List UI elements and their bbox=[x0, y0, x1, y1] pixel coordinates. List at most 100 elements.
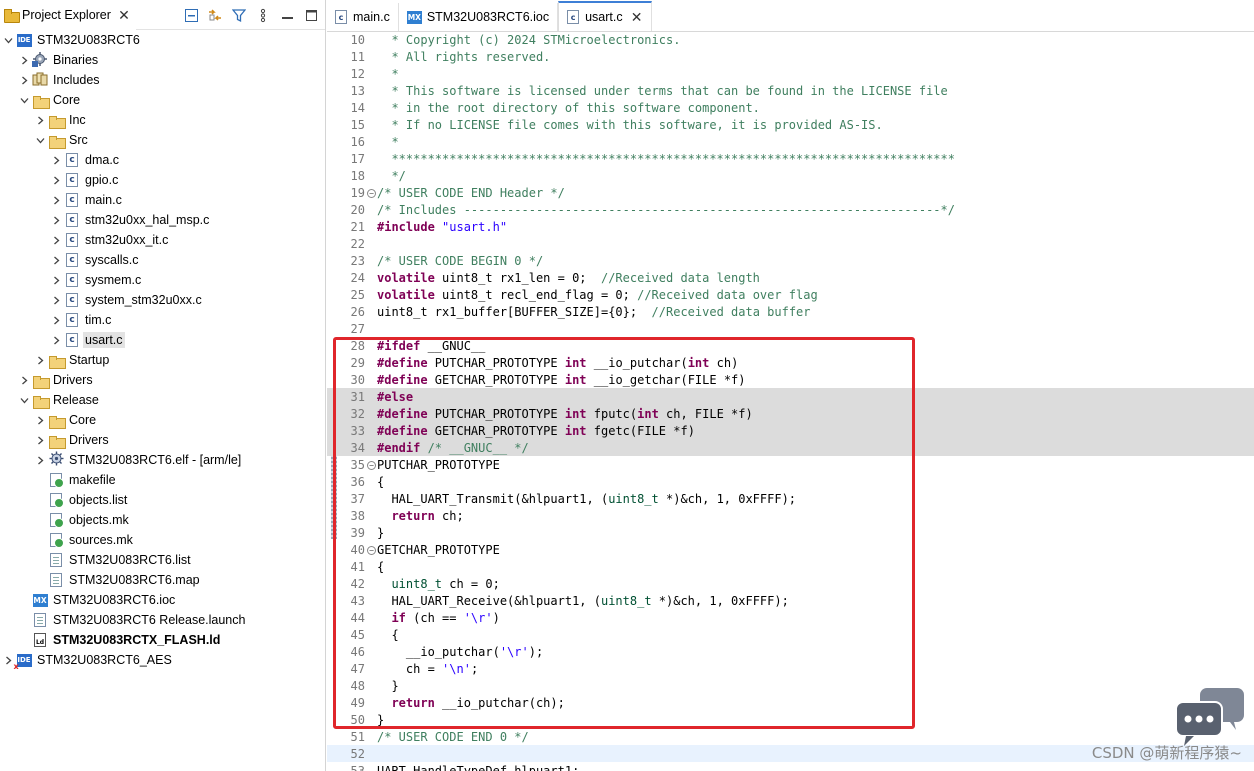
link-with-editor-icon[interactable] bbox=[207, 7, 223, 23]
editor-tab[interactable]: MX STM32U083RCT6.ioc bbox=[399, 3, 559, 31]
code-line[interactable]: 40− GETCHAR_PROTOTYPE bbox=[327, 541, 1254, 558]
code-line[interactable]: 16 * bbox=[327, 133, 1254, 150]
code-line[interactable]: 32 #define PUTCHAR_PROTOTYPE int fputc(in… bbox=[327, 405, 1254, 422]
code-line[interactable]: 19−/* USER CODE END Header */ bbox=[327, 184, 1254, 201]
chevron-right-icon[interactable] bbox=[18, 370, 30, 390]
chevron-right-icon[interactable] bbox=[50, 290, 62, 310]
code-line[interactable]: 30 #define GETCHAR_PROTOTYPE int __io_get… bbox=[327, 371, 1254, 388]
tree-item[interactable]: STM32U083RCT6.map bbox=[0, 570, 325, 590]
chevron-right-icon[interactable] bbox=[2, 650, 14, 670]
code-line[interactable]: 29 #define PUTCHAR_PROTOTYPE int __io_put… bbox=[327, 354, 1254, 371]
tree-item[interactable]: c usart.c bbox=[0, 330, 325, 350]
tree-item[interactable]: Core bbox=[0, 90, 325, 110]
chevron-right-icon[interactable] bbox=[50, 150, 62, 170]
chevron-right-icon[interactable] bbox=[50, 270, 62, 290]
filter-icon[interactable] bbox=[231, 7, 247, 23]
code-line[interactable]: 34 #endif /* __GNUC__ */ bbox=[327, 439, 1254, 456]
code-line[interactable]: 36 { bbox=[327, 473, 1254, 490]
chevron-right-icon[interactable] bbox=[34, 410, 46, 430]
tree-item[interactable]: Release bbox=[0, 390, 325, 410]
code-line[interactable]: 12 * bbox=[327, 65, 1254, 82]
maximize-icon[interactable] bbox=[303, 7, 319, 23]
editor-tab[interactable]: c main.c bbox=[327, 3, 399, 31]
tree-item[interactable]: Includes bbox=[0, 70, 325, 90]
chevron-right-icon[interactable] bbox=[34, 110, 46, 130]
tree-item[interactable]: c sysmem.c bbox=[0, 270, 325, 290]
tree-item[interactable]: Src bbox=[0, 130, 325, 150]
code-area[interactable]: 10 * Copyright (c) 2024 STMicroelectroni… bbox=[327, 32, 1254, 771]
code-line[interactable]: 14 * in the root directory of this softw… bbox=[327, 99, 1254, 116]
tree-item[interactable]: IDE STM32U083RCT6_AES bbox=[0, 650, 325, 671]
tree-item[interactable]: Binaries bbox=[0, 50, 325, 70]
code-line[interactable]: 17 *************************************… bbox=[327, 150, 1254, 167]
code-line[interactable]: 28 #ifdef __GNUC__ bbox=[327, 337, 1254, 354]
collapse-all-icon[interactable] bbox=[183, 7, 199, 23]
code-line[interactable]: 39} bbox=[327, 524, 1254, 541]
tree-item[interactable]: c gpio.c bbox=[0, 170, 325, 190]
tree-item[interactable]: STM32U083RCT6.list bbox=[0, 550, 325, 570]
tree-item[interactable]: c tim.c bbox=[0, 310, 325, 330]
chevron-right-icon[interactable] bbox=[50, 210, 62, 230]
code-line[interactable]: 38 return ch; bbox=[327, 507, 1254, 524]
tree-item[interactable]: MX STM32U083RCT6.ioc bbox=[0, 590, 325, 610]
code-line[interactable]: 35− PUTCHAR_PROTOTYPE bbox=[327, 456, 1254, 473]
code-line[interactable]: 41 { bbox=[327, 558, 1254, 575]
code-line[interactable]: 50} bbox=[327, 711, 1254, 728]
code-line[interactable]: 24 volatile uint8_t rx1_len = 0; //Receiv… bbox=[327, 269, 1254, 286]
fold-toggle-icon[interactable]: − bbox=[367, 188, 376, 198]
editor-tab[interactable]: c usart.c ✕ bbox=[558, 1, 652, 31]
tree-item[interactable]: c dma.c bbox=[0, 150, 325, 170]
chat-bubble-icon[interactable] bbox=[1174, 686, 1246, 748]
tree-item[interactable]: c system_stm32u0xx.c bbox=[0, 290, 325, 310]
fold-toggle-icon[interactable]: − bbox=[367, 545, 376, 555]
tree-item[interactable]: c stm32u0xx_hal_msp.c bbox=[0, 210, 325, 230]
tree-item[interactable]: c syscalls.c bbox=[0, 250, 325, 270]
code-line[interactable]: 37 HAL_UART_Transmit(&hlpuart1, (uint8_t… bbox=[327, 490, 1254, 507]
chevron-right-icon[interactable] bbox=[50, 190, 62, 210]
code-line[interactable]: 15 * If no LICENSE file comes with this … bbox=[327, 116, 1254, 133]
chevron-right-icon[interactable] bbox=[50, 230, 62, 250]
tree-item[interactable]: sources.mk bbox=[0, 530, 325, 550]
tree-item[interactable]: makefile bbox=[0, 470, 325, 490]
chevron-down-icon[interactable] bbox=[18, 90, 30, 110]
tree-item[interactable]: Startup bbox=[0, 350, 325, 370]
tree-item[interactable]: Inc bbox=[0, 110, 325, 130]
code-line[interactable]: 26 uint8_t rx1_buffer[BUFFER_SIZE]={0}; /… bbox=[327, 303, 1254, 320]
code-line[interactable]: 27 bbox=[327, 320, 1254, 337]
tree-item[interactable]: objects.list bbox=[0, 490, 325, 510]
code-line[interactable]: 45 { bbox=[327, 626, 1254, 643]
chevron-right-icon[interactable] bbox=[18, 70, 30, 90]
code-line[interactable]: 23 /* USER CODE BEGIN 0 */ bbox=[327, 252, 1254, 269]
code-line[interactable]: 42 uint8_t ch = 0; bbox=[327, 575, 1254, 592]
tree-item[interactable]: objects.mk bbox=[0, 510, 325, 530]
chevron-down-icon[interactable] bbox=[34, 130, 46, 150]
minimize-icon[interactable] bbox=[279, 7, 295, 23]
code-line[interactable]: 22 bbox=[327, 235, 1254, 252]
view-menu-icon[interactable] bbox=[255, 7, 271, 23]
chevron-right-icon[interactable] bbox=[34, 450, 46, 470]
chevron-down-icon[interactable] bbox=[2, 30, 14, 50]
project-explorer-tab[interactable]: Project Explorer ✕ bbox=[0, 0, 136, 30]
code-line[interactable]: 48 } bbox=[327, 677, 1254, 694]
code-line[interactable]: 47 ch = '\n'; bbox=[327, 660, 1254, 677]
chevron-right-icon[interactable] bbox=[34, 350, 46, 370]
tree-item[interactable]: STM32U083RCT6 Release.launch bbox=[0, 610, 325, 630]
chevron-right-icon[interactable] bbox=[34, 430, 46, 450]
code-line[interactable]: 49 return __io_putchar(ch); bbox=[327, 694, 1254, 711]
tree-item[interactable]: c stm32u0xx_it.c bbox=[0, 230, 325, 250]
code-line[interactable]: 20 /* Includes --------------------------… bbox=[327, 201, 1254, 218]
chevron-right-icon[interactable] bbox=[50, 310, 62, 330]
close-icon[interactable]: ✕ bbox=[631, 10, 643, 24]
fold-toggle-icon[interactable]: − bbox=[367, 460, 376, 470]
code-line[interactable]: 53 UART_HandleTypeDef hlpuart1; bbox=[327, 762, 1254, 771]
code-line[interactable]: 31 #else bbox=[327, 388, 1254, 405]
chevron-right-icon[interactable] bbox=[18, 50, 30, 70]
chevron-down-icon[interactable] bbox=[18, 390, 30, 410]
code-line[interactable]: 44 if (ch == '\r') bbox=[327, 609, 1254, 626]
tree-item[interactable]: Core bbox=[0, 410, 325, 430]
tree-item[interactable]: STM32U083RCT6.elf - [arm/le] bbox=[0, 450, 325, 470]
tree-item[interactable]: Ld STM32U083RCTX_FLASH.ld bbox=[0, 630, 325, 650]
chevron-right-icon[interactable] bbox=[50, 250, 62, 270]
code-line[interactable]: 11 * All rights reserved. bbox=[327, 48, 1254, 65]
code-line[interactable]: 21 #include "usart.h" bbox=[327, 218, 1254, 235]
